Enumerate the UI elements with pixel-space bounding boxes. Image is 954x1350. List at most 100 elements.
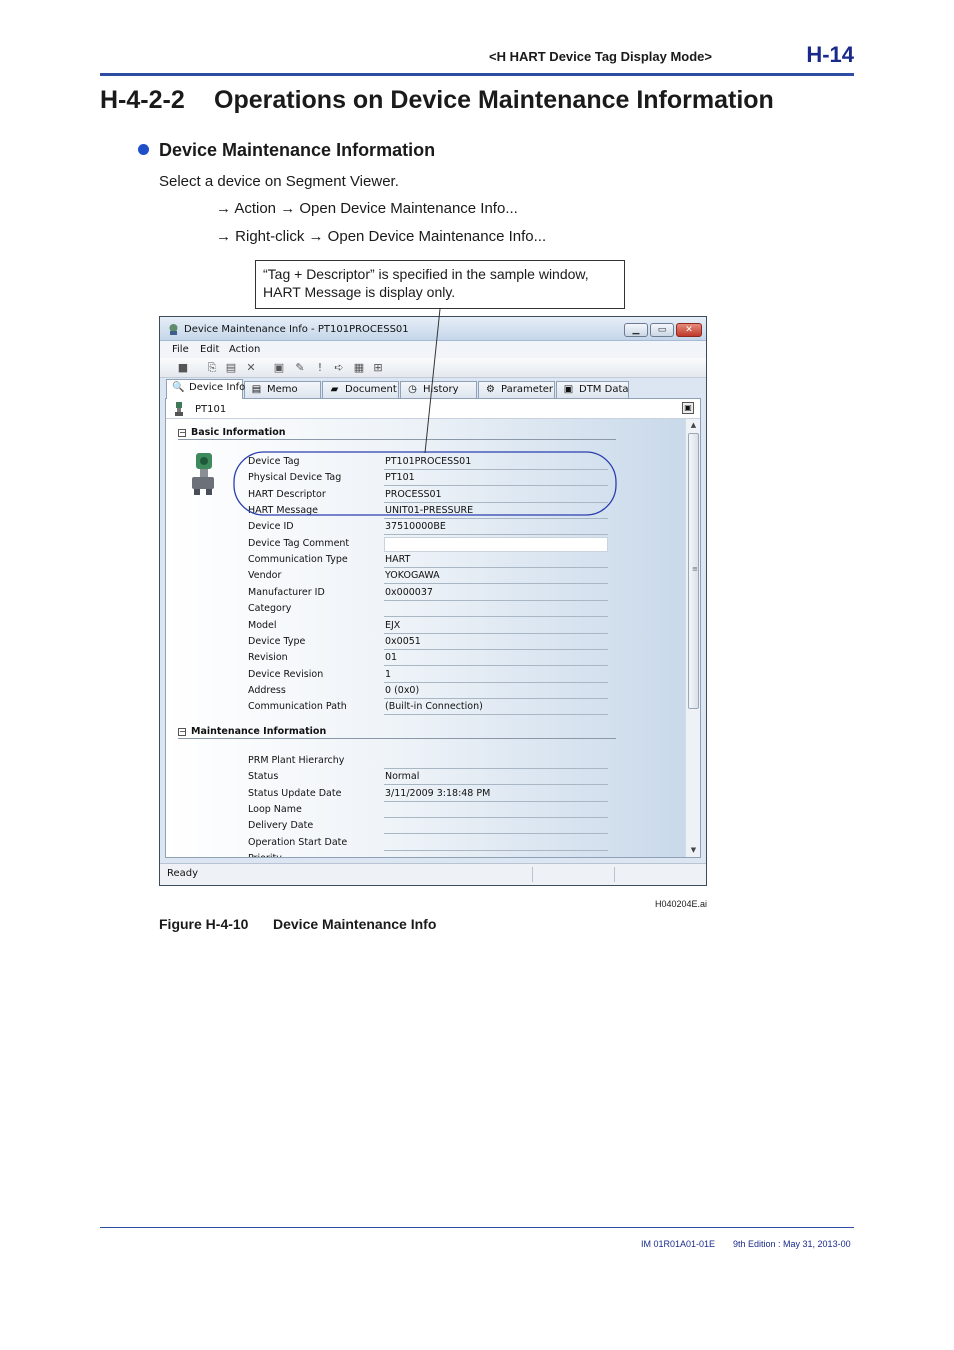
scroll-up-icon[interactable]: ▲ [687,419,700,432]
tab-document[interactable]: ▰ Document [322,381,399,398]
title-bar[interactable]: Device Maintenance Info - PT101PROCESS01… [160,317,706,341]
delete-icon[interactable]: ✕ [244,361,258,375]
property-label: Category [248,603,292,615]
property-label: Device Revision [248,668,324,680]
device-maintenance-window: Device Maintenance Info - PT101PROCESS01… [159,316,707,886]
tab-dtm-data-label: DTM Data [579,384,629,395]
property-row: Status Normal [166,770,685,786]
paste-icon[interactable]: ▤ [224,361,238,375]
property-row: Device Type 0x0051 [166,635,685,651]
menu-bar: File Edit Action [160,341,706,358]
subsection-title: Device Maintenance Information [159,140,436,160]
section-number: H-4-2-2 [100,86,185,114]
window-title: Device Maintenance Info - PT101PROCESS01 [184,324,409,335]
maintenance-info-rule [178,738,616,739]
property-value: HART [384,554,608,569]
close-button[interactable]: ✕ [676,323,702,337]
tab-dtm-data[interactable]: ▣ DTM Data [556,381,629,398]
transmitter-icon [175,402,183,416]
network-icon[interactable]: ⊞ [371,361,385,375]
property-value [384,755,608,769]
property-row: Communication Type HART [166,553,685,569]
running-header: <H HART Device Tag Display Mode> [489,49,712,64]
property-value: YOKOGAWA [384,570,608,585]
property-row: Manufacturer ID 0x000037 [166,586,685,602]
footer-doc-number: IM 01R01A01-01E [641,1239,716,1249]
property-label: Priority [248,853,282,857]
property-label: Loop Name [248,804,302,816]
property-row: Revision 01 [166,651,685,667]
collapse-icon[interactable]: − [178,728,186,736]
property-label: Vendor [248,570,282,582]
menu-action[interactable]: Action [229,344,260,355]
property-label: Status [248,771,279,783]
property-label: Manufacturer ID [248,586,325,598]
properties-area: − Basic Information Device Tag PT101PROCES… [166,419,685,857]
property-row: Operation Start Date [166,836,685,852]
figure-file-name: H040204E.ai [655,899,708,909]
menu-file[interactable]: File [172,344,189,355]
property-row: Vendor YOKOGAWA [166,569,685,585]
property-value: EJX [384,620,608,634]
property-row: PRM Plant Hierarchy [166,754,685,770]
status-text: Ready [167,868,199,879]
step-right-click: → Right-click → Open Device Maintenance … [216,228,547,245]
maximize-button[interactable]: ▭ [650,323,674,337]
dtm-icon[interactable]: ▣ [272,361,286,375]
figure-title: Device Maintenance Info [273,916,437,932]
device-info-icon: 🔍 [172,382,185,393]
page-number: H-14 [806,42,854,67]
property-row: Status Update Date 3/11/2009 3:18:48 PM [166,787,685,803]
tab-parameter[interactable]: ⚙ Parameter [478,381,555,398]
vertical-scrollbar[interactable]: ▲ ≡ ▼ [685,419,700,857]
figure-number: Figure H-4-10 [159,916,249,932]
property-label: Communication Type [248,554,348,566]
maintenance-info-heading[interactable]: − Maintenance Information [178,726,326,737]
status-separator [532,867,533,882]
property-row: Device Revision 1 [166,668,685,684]
scroll-down-icon[interactable]: ▼ [687,844,700,857]
dtm-launch-button[interactable]: ▣ [682,402,694,414]
tab-device-info[interactable]: 🔍 Device Info [166,379,245,399]
property-label: PRM Plant Hierarchy [248,755,345,766]
figure-caption: Figure H-4-10 Device Maintenance Info [159,916,436,932]
history-icon: ◷ [408,384,417,395]
property-label: Device Type [248,635,306,647]
tab-memo-label: Memo [267,384,298,395]
stop-icon[interactable]: ■ [176,361,190,375]
tab-parameter-label: Parameter [501,384,554,395]
property-label: Delivery Date [248,820,314,832]
tab-document-label: Document [345,384,397,395]
property-row: Model EJX [166,619,685,635]
device-header: PT101 ▣ [166,399,700,419]
property-value: 1 [384,669,608,683]
property-value: 3/11/2009 3:18:48 PM [384,788,608,802]
property-row: Device Tag Comment [166,536,685,553]
highlight-outline [233,451,617,516]
edit-icon[interactable]: ✎ [293,361,307,375]
alert-icon[interactable]: ! [313,361,327,375]
document-icon: ▰ [330,384,339,395]
callout-line-2: HART Message is display only. [263,284,456,300]
device-name: PT101 [195,404,227,415]
grip-icon: ≡ [692,565,698,573]
menu-edit[interactable]: Edit [200,344,219,355]
copy-icon[interactable]: ⎘ [205,361,219,375]
tab-history[interactable]: ◷ History [400,381,477,398]
export-icon[interactable]: ➪ [332,361,346,375]
property-label: Status Update Date [248,787,342,799]
property-label: Model [248,619,277,631]
property-value [384,820,608,835]
tag-comment-input[interactable] [384,536,608,552]
save-icon[interactable]: ▦ [352,361,366,375]
tab-memo[interactable]: ▤ Memo [244,381,321,398]
property-label: Address [248,684,286,696]
scroll-thumb[interactable]: ≡ [688,433,699,709]
minimize-button[interactable]: ▁ [624,323,648,337]
callout-box: “Tag + Descriptor” is specified in the s… [255,260,625,309]
property-label: Communication Path [248,701,347,713]
status-separator [614,867,615,882]
section-heading: H-4-2-2 Operations on Device Maintenance … [100,86,774,115]
footer-rule [100,1227,854,1228]
property-row: Priority [166,852,685,857]
